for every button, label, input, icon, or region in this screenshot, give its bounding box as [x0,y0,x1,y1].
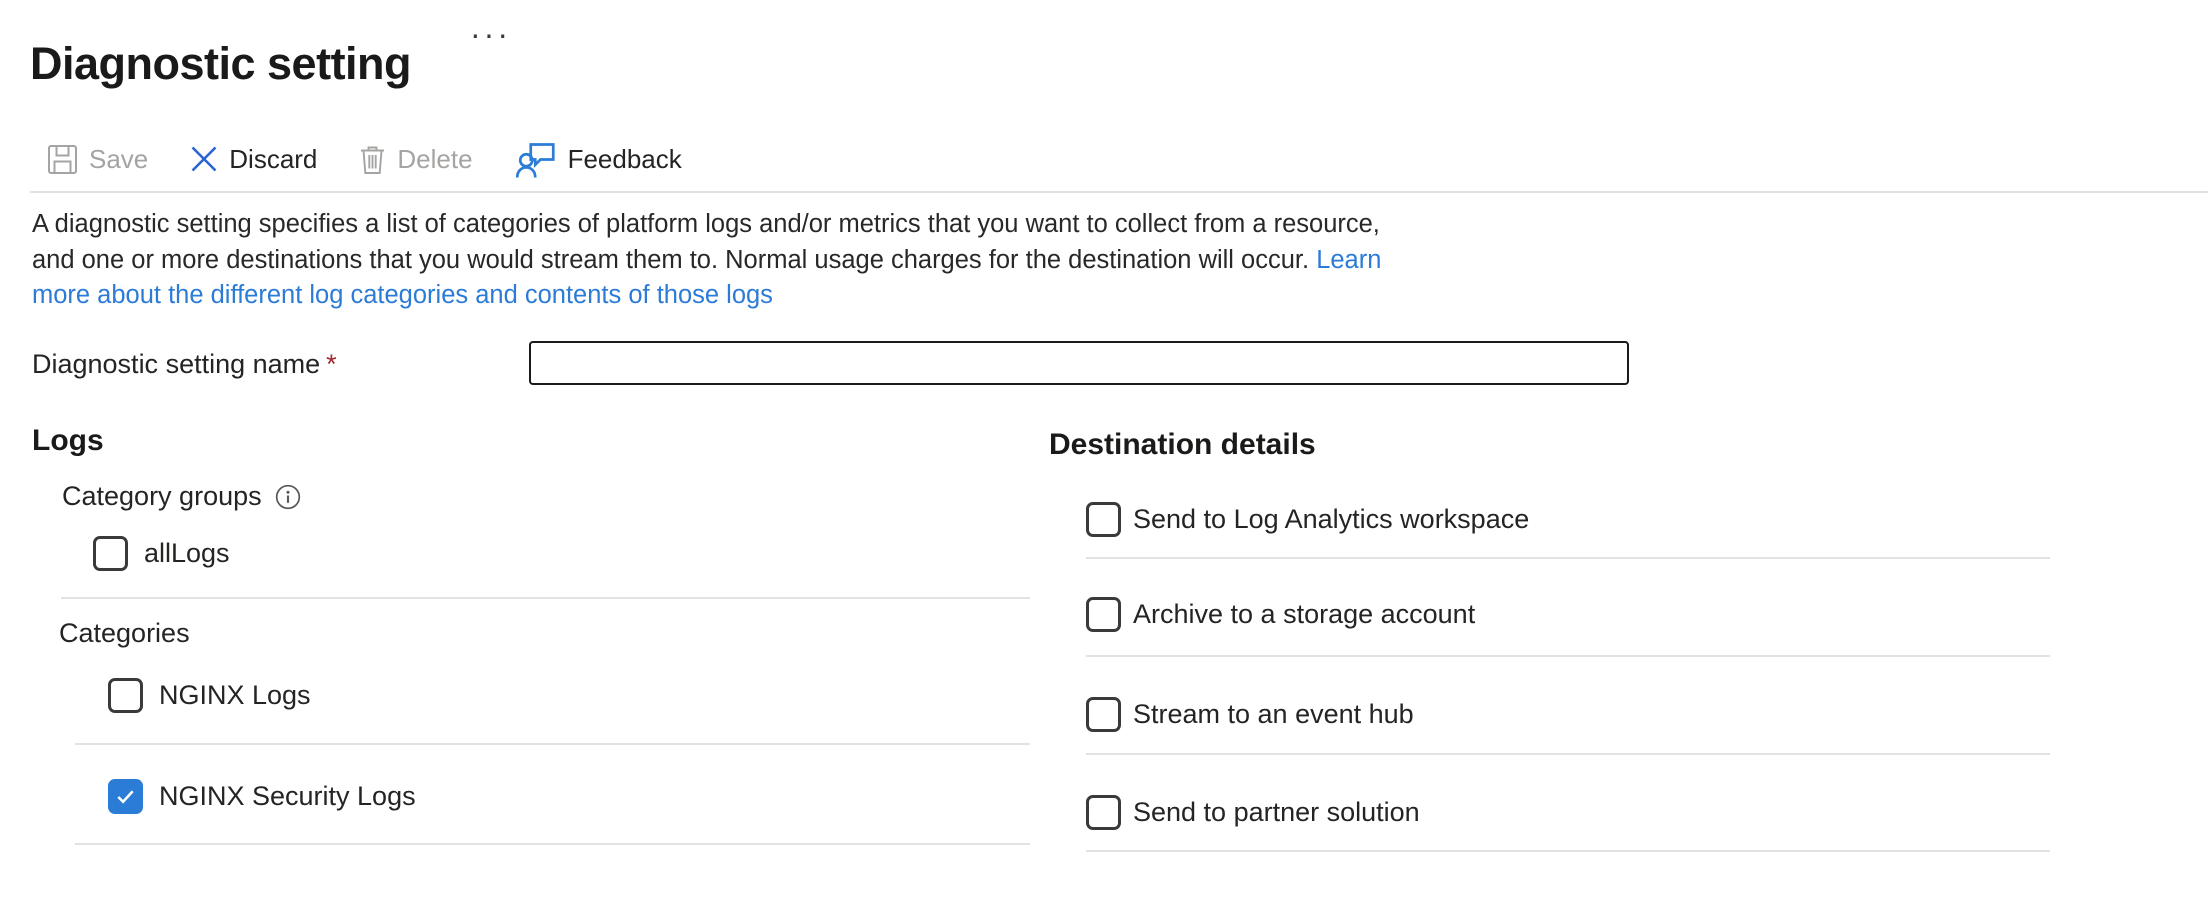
toolbar-divider [30,191,2208,193]
diagnostic-setting-name-label: Diagnostic setting name* [32,349,337,380]
archive-to-storage-label: Archive to a storage account [1133,599,1475,630]
page-description: A diagnostic setting specifies a list of… [32,207,1381,314]
nginx-security-logs-label: NGINX Security Logs [159,781,416,812]
info-icon[interactable] [275,484,301,510]
nginx-security-logs-row[interactable]: NGINX Security Logs [108,779,416,814]
stream-to-event-hub-row[interactable]: Stream to an event hub [1086,697,1414,732]
page-title: Diagnostic setting [30,38,411,90]
description-line-1: A diagnostic setting specifies a list of… [32,207,1381,243]
feedback-button-label: Feedback [568,146,682,172]
learn-more-link[interactable]: Learn [1316,246,1381,274]
command-toolbar: Save Discard D [47,136,682,182]
logs-section-heading: Logs [32,424,104,458]
alllogs-label: allLogs [144,538,230,569]
feedback-person-icon [515,139,557,180]
required-asterisk: * [320,349,337,379]
nginx-logs-row[interactable]: NGINX Logs [108,678,311,713]
alllogs-row[interactable]: allLogs [93,536,230,571]
description-line-2: and one or more destinations that you wo… [32,243,1381,279]
delete-button[interactable]: Delete [359,144,472,175]
diagnostic-setting-page: Diagnostic setting ··· Save Discard [0,0,2208,908]
alllogs-checkbox[interactable] [93,536,128,571]
category-groups-label: Category groups [62,481,301,512]
learn-more-link-continued[interactable]: more about the different log categories … [32,281,773,309]
save-floppy-icon [47,144,78,175]
nginx-security-logs-checkbox[interactable] [108,779,143,814]
send-to-log-analytics-row[interactable]: Send to Log Analytics workspace [1086,502,1529,537]
send-to-log-analytics-label: Send to Log Analytics workspace [1133,504,1529,535]
description-line-3: more about the different log categories … [32,278,1381,314]
feedback-button[interactable]: Feedback [515,139,682,180]
send-to-partner-solution-row[interactable]: Send to partner solution [1086,795,1420,830]
save-button-label: Save [89,146,148,172]
send-to-log-analytics-checkbox[interactable] [1086,502,1121,537]
destination-details-heading: Destination details [1049,428,1316,462]
divider [61,597,1030,599]
divider [1086,557,2050,559]
divider [75,743,1030,745]
more-options-button[interactable]: ··· [466,14,515,54]
diagnostic-setting-name-input[interactable] [529,341,1629,385]
archive-to-storage-row[interactable]: Archive to a storage account [1086,597,1475,632]
discard-button[interactable]: Discard [190,145,317,173]
send-to-partner-solution-checkbox[interactable] [1086,795,1121,830]
trash-icon [359,144,386,175]
stream-to-event-hub-checkbox[interactable] [1086,697,1121,732]
stream-to-event-hub-label: Stream to an event hub [1133,699,1414,730]
checkmark-icon [114,785,137,808]
delete-button-label: Delete [397,146,472,172]
nginx-logs-checkbox[interactable] [108,678,143,713]
divider [1086,753,2050,755]
discard-x-icon [190,145,218,173]
categories-label: Categories [59,618,190,649]
nginx-logs-label: NGINX Logs [159,680,311,711]
divider [75,843,1030,845]
archive-to-storage-checkbox[interactable] [1086,597,1121,632]
divider [1086,655,2050,657]
save-button[interactable]: Save [47,144,148,175]
divider [1086,850,2050,852]
send-to-partner-solution-label: Send to partner solution [1133,797,1420,828]
discard-button-label: Discard [229,146,317,172]
more-ellipsis-icon: ··· [470,16,511,52]
